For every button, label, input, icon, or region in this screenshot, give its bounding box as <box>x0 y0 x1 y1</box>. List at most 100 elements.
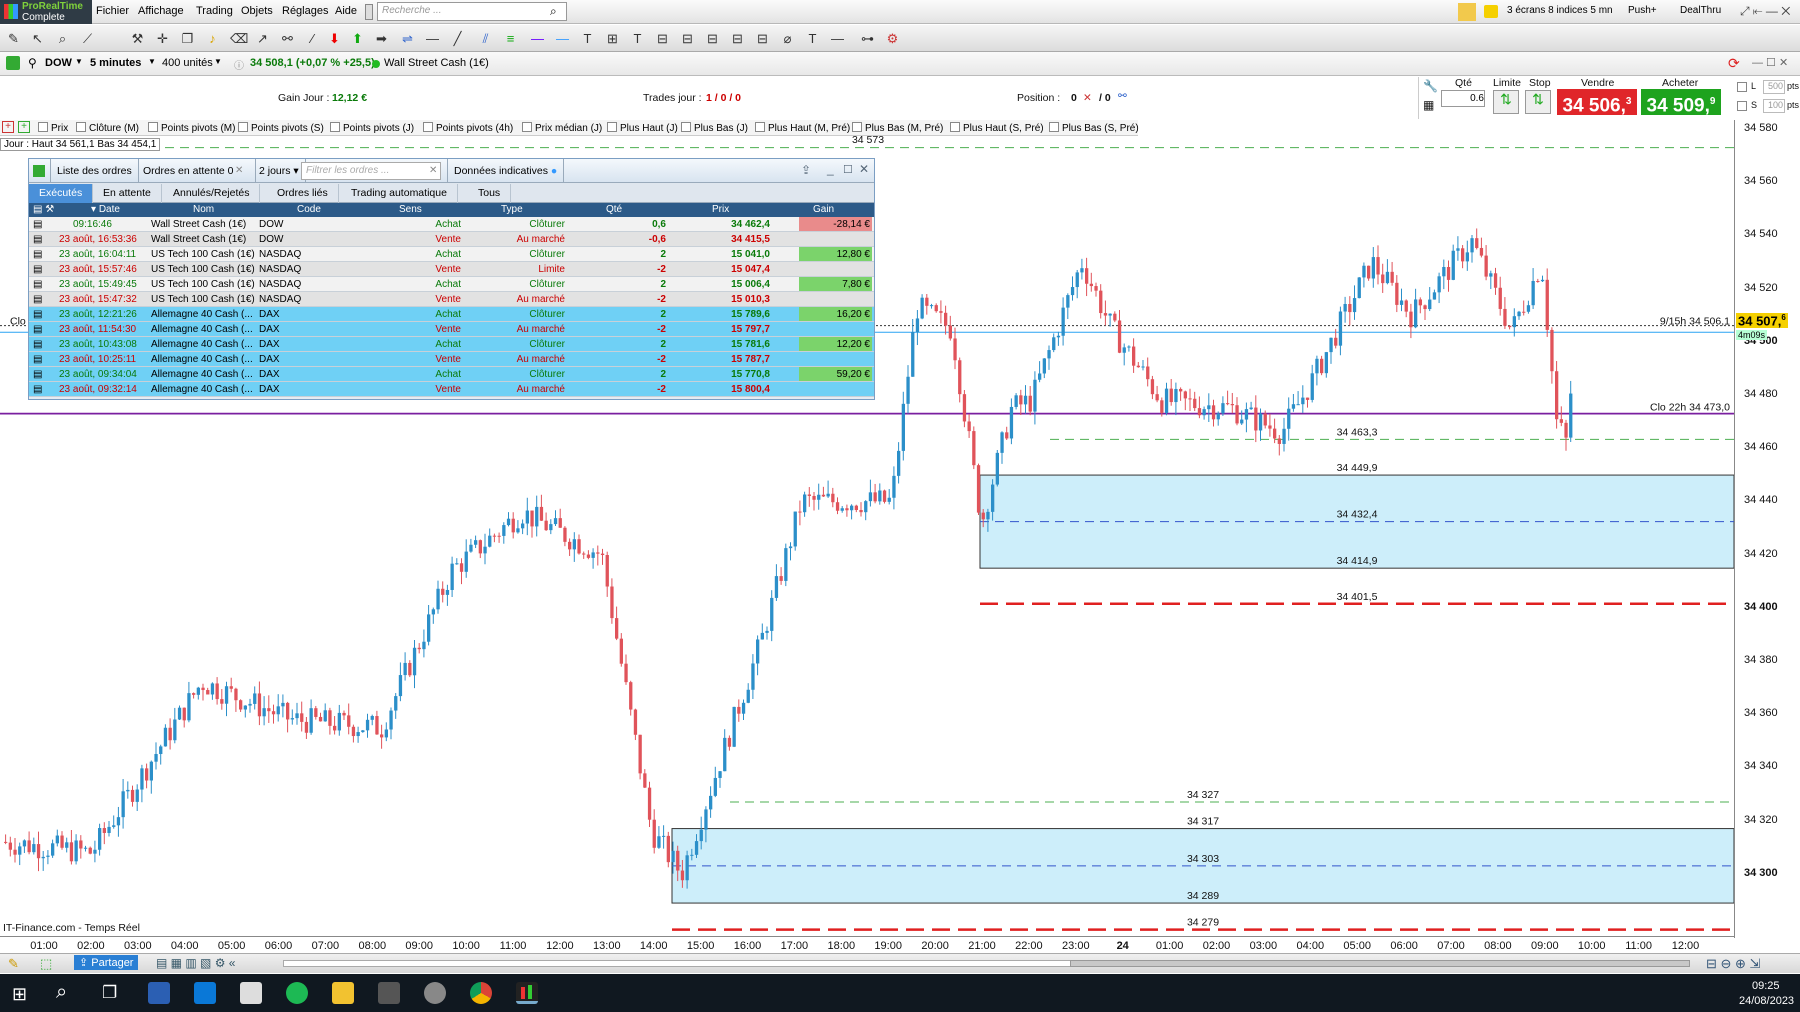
header-qte[interactable]: Qté <box>606 204 622 215</box>
header-date[interactable]: ▾ Date <box>91 204 120 215</box>
limit-button[interactable]: ⇅ <box>1493 90 1519 114</box>
indicator-item[interactable]: Points pivots (4h) <box>423 122 513 134</box>
file-explorer-icon[interactable] <box>332 982 354 1004</box>
menu-trading[interactable]: Trading <box>196 5 233 17</box>
hline2-icon[interactable]: — <box>425 31 440 46</box>
chevron-down-icon[interactable]: ▼ <box>148 57 156 66</box>
menu-aide[interactable]: Aide <box>335 5 357 17</box>
wrench-icon[interactable]: 🔧 <box>1423 79 1438 93</box>
order-row[interactable]: ▤ 23 août, 15:57:46 US Tech 100 Cash (1€) N… <box>29 262 874 277</box>
indicator-item[interactable]: Clôture (M) <box>76 122 139 134</box>
tab-all[interactable]: Tous <box>468 184 512 203</box>
header-tools-icon[interactable]: ▤ ⚒ <box>33 204 54 215</box>
search-icon[interactable]: ⌕ <box>56 981 67 1004</box>
row-detail-icon[interactable]: ▤ <box>33 279 42 290</box>
crosshair-icon[interactable]: ✛ <box>155 31 170 46</box>
header-sens[interactable]: Sens <box>399 204 422 215</box>
order-row[interactable]: ▤ 23 août, 09:34:04 Allemagne 40 Cash (...… <box>29 367 874 382</box>
add-overlay-icon[interactable]: + <box>18 121 30 133</box>
blue-line-icon[interactable]: — <box>555 31 570 46</box>
chevron-down-icon[interactable]: ▼ <box>214 57 222 66</box>
magnet-icon[interactable]: ⚒ <box>130 31 145 46</box>
chart-type-icon[interactable] <box>6 56 20 70</box>
header-nom[interactable]: Nom <box>193 204 214 215</box>
info-icon[interactable]: ⓘ <box>234 57 244 72</box>
calculator-app-icon[interactable] <box>378 982 400 1004</box>
close-position-icon[interactable]: ✕ <box>1083 92 1092 104</box>
panel-controls-icon[interactable]: — ☐ ✕ <box>1752 56 1788 69</box>
ticker-select[interactable]: DOW <box>45 57 72 69</box>
indicator-item[interactable]: Plus Haut (J) <box>607 122 678 134</box>
bell-icon[interactable]: ♪ <box>205 31 220 46</box>
app-logo[interactable]: ProRealTime Complete <box>0 0 92 24</box>
explorer-drive-icon[interactable] <box>240 982 262 1004</box>
limit-points-input[interactable]: 500 <box>1763 80 1785 94</box>
down-arrow-icon[interactable]: ⬇ <box>327 31 342 46</box>
price-axis[interactable]: 34 580 34 560 34 540 34 520 34 500 34 480 34 4… <box>1734 120 1800 938</box>
text3-icon[interactable]: T <box>805 31 820 46</box>
calculator-icon[interactable]: ▦ <box>1423 98 1434 112</box>
zoom-icon[interactable]: ⌕ <box>55 31 70 46</box>
row-detail-icon[interactable]: ▤ <box>33 294 42 305</box>
dealthru-button[interactable]: DealThru <box>1676 3 1725 20</box>
header-prix[interactable]: Prix <box>712 204 729 215</box>
trend-icon[interactable]: ↗ <box>255 31 270 46</box>
pencil-icon[interactable]: ✎ <box>6 31 21 46</box>
stop-points-input[interactable]: 100 <box>1763 99 1785 113</box>
order-row[interactable]: ▤ 23 août, 15:47:32 US Tech 100 Cash (1€) N… <box>29 292 874 307</box>
right-arrow-icon[interactable]: ➡ <box>374 31 389 46</box>
indicator-item[interactable]: Plus Bas (M, Pré) <box>852 122 943 134</box>
fib-icon[interactable]: ≡ <box>503 31 518 46</box>
grid5-icon[interactable]: ⊟ <box>755 31 770 46</box>
word-icon[interactable] <box>148 982 170 1004</box>
clear-filter-icon[interactable]: ✕ <box>429 165 437 176</box>
close-icon[interactable]: ✕ <box>859 162 869 176</box>
prorealtime-task-icon[interactable] <box>516 982 538 1004</box>
search-toggle-icon[interactable] <box>365 4 373 20</box>
menu-affichage[interactable]: Affichage <box>138 5 184 17</box>
indicator-item[interactable]: Prix <box>38 122 68 134</box>
indicator-item[interactable]: Plus Haut (M, Pré) <box>755 122 850 134</box>
row-detail-icon[interactable]: ▤ <box>33 369 42 380</box>
refresh-icon[interactable]: ⟳ <box>1728 55 1740 72</box>
tab-linked[interactable]: Ordres liés <box>267 184 339 203</box>
buy-button[interactable]: 34 509,9 <box>1641 89 1721 116</box>
indicator-icon[interactable] <box>1458 3 1476 21</box>
indicator-item[interactable]: Prix médian (J) <box>522 122 602 134</box>
indicative-data-tab[interactable]: Données indicatives ● <box>447 159 565 183</box>
chrome-icon[interactable] <box>470 982 492 1004</box>
grid-icon[interactable]: ⊟ <box>655 31 670 46</box>
copy-icon[interactable]: ❐ <box>180 31 195 46</box>
grid4-icon[interactable]: ⊟ <box>730 31 745 46</box>
task-view-icon[interactable]: ❐ <box>102 983 117 1003</box>
tab-pending[interactable]: En attente <box>93 184 162 203</box>
indicator-item[interactable]: Plus Haut (S, Pré) <box>950 122 1044 134</box>
order-row[interactable]: ▤ 23 août, 09:32:14 Allemagne 40 Cash (...… <box>29 382 874 397</box>
header-gain[interactable]: Gain <box>813 204 834 215</box>
menu-reglages[interactable]: Réglages <box>282 5 328 17</box>
stop-button[interactable]: ⇅ <box>1525 90 1551 114</box>
menu-objets[interactable]: Objets <box>241 5 273 17</box>
row-detail-icon[interactable]: ▤ <box>33 354 42 365</box>
menu-fichier[interactable]: Fichier <box>96 5 129 17</box>
position-detail-icon[interactable]: ⚯ <box>1118 90 1127 102</box>
gann-icon[interactable]: ⊞ <box>605 31 620 46</box>
order-row[interactable]: ▤ 23 août, 16:04:11 US Tech 100 Cash (1€) N… <box>29 247 874 262</box>
hline-icon[interactable]: ⇌ <box>400 31 415 46</box>
channel-icon[interactable]: ⫽ <box>478 31 493 46</box>
minimize-icon[interactable]: _ <box>827 162 834 176</box>
add-indicator-icon[interactable]: + <box>2 121 14 133</box>
header-type[interactable]: Type <box>501 204 523 215</box>
sell-button[interactable]: 34 506,3 <box>1557 89 1637 116</box>
row-detail-icon[interactable]: ▤ <box>33 264 42 275</box>
order-row[interactable]: ▤ 23 août, 12:21:26 Allemagne 40 Cash (...… <box>29 307 874 322</box>
order-row[interactable]: ▤ 23 août, 10:43:08 Allemagne 40 Cash (...… <box>29 337 874 352</box>
text2-icon[interactable]: T <box>630 31 645 46</box>
layout-icons[interactable]: ▤ ▦ ▥ ▧ ⚙ « <box>156 956 235 970</box>
row-detail-icon[interactable]: ▤ <box>33 234 42 245</box>
eraser-icon[interactable]: ⌀ <box>780 31 795 46</box>
row-detail-icon[interactable]: ▤ <box>33 309 42 320</box>
tab-cancelled[interactable]: Annulés/Rejetés <box>163 184 261 203</box>
zoom-controls-icon[interactable]: ⊟ ⊖ ⊕ ⇲ <box>1706 956 1760 972</box>
maximize-icon[interactable]: ☐ <box>843 163 853 176</box>
